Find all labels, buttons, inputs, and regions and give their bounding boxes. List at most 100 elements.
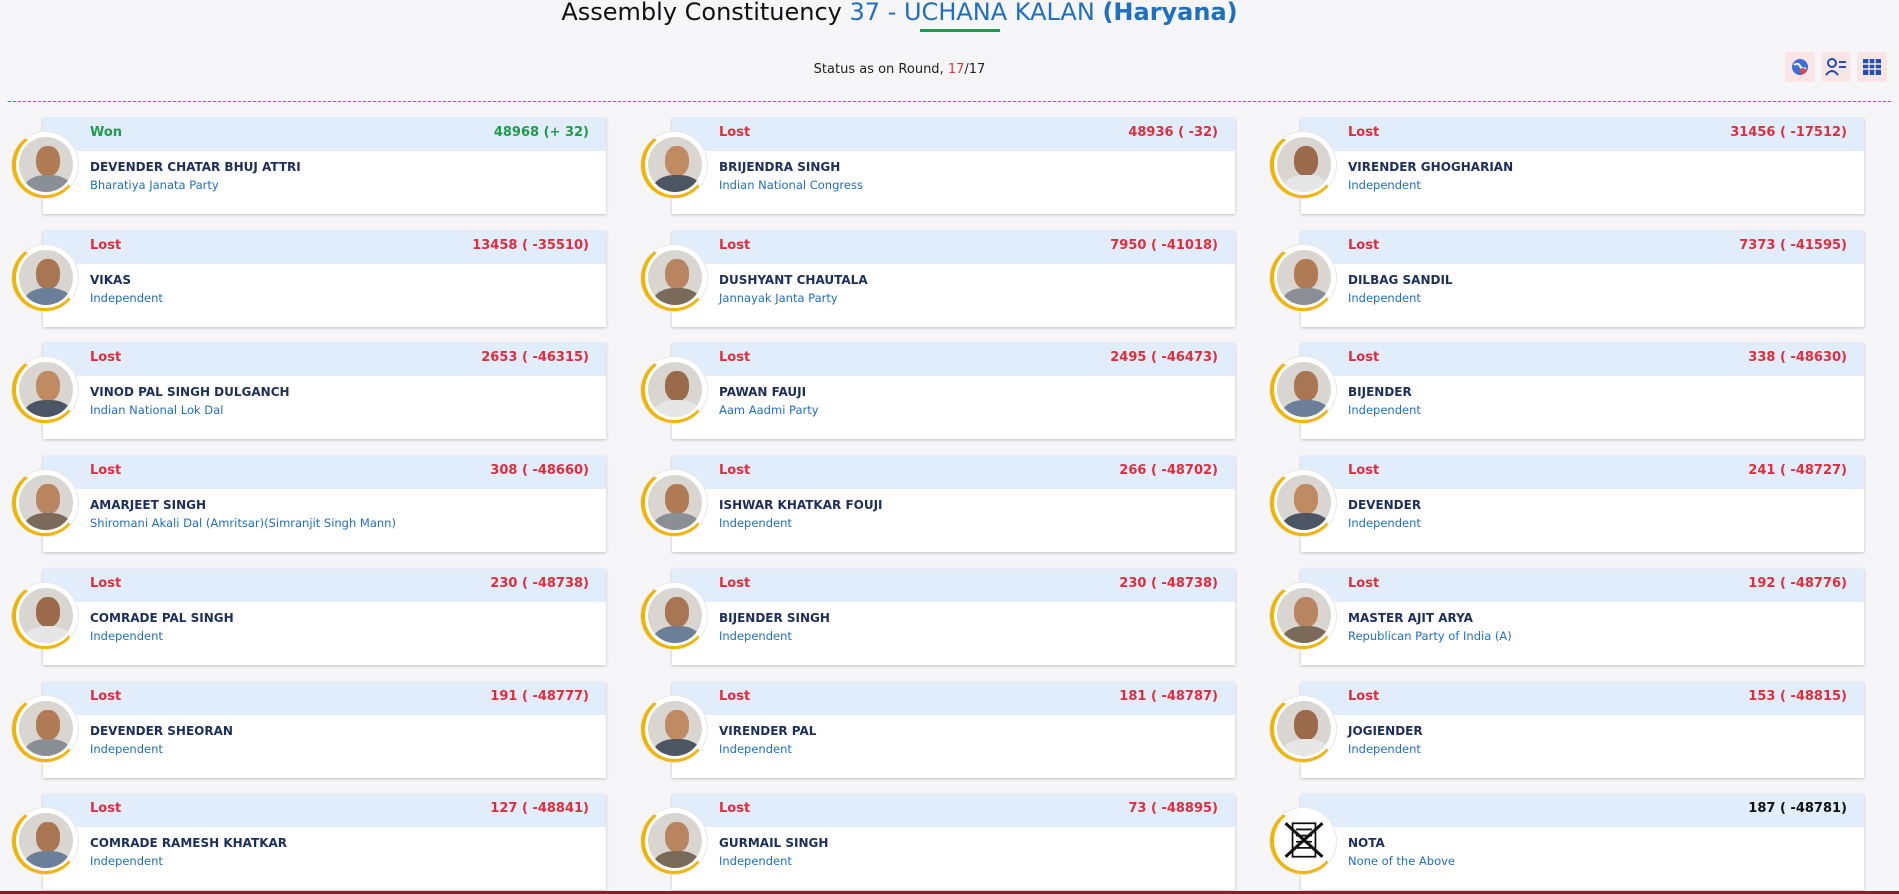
candidate-name: VIKAS (90, 273, 131, 287)
candidate-result: Lost (90, 689, 122, 704)
candidate-card[interactable]: Lost 338 ( -48630) BIJENDER Independent (1270, 343, 1866, 441)
candidate-party: Bharatiya Janata Party (90, 178, 219, 192)
candidate-votes: 153 ( -48815) (1748, 689, 1847, 704)
candidate-photo (12, 696, 78, 762)
candidate-name: VINOD PAL SINGH DULGANCH (90, 385, 290, 399)
candidate-result: Lost (90, 238, 122, 253)
candidate-result: Lost (719, 689, 751, 704)
candidate-party: Independent (1348, 291, 1421, 305)
candidate-photo (641, 696, 707, 762)
candidate-photo (641, 132, 707, 198)
view-toolbar (1785, 52, 1887, 82)
candidate-party: Republican Party of India (A) (1348, 629, 1512, 643)
candidate-card[interactable]: Lost 2653 ( -46315) VINOD PAL SINGH DULG… (12, 343, 608, 441)
candidate-result: Lost (1348, 576, 1380, 591)
candidate-card[interactable]: Lost 7373 ( -41595) DILBAG SANDIL Indepe… (1270, 231, 1866, 329)
candidate-name: VIRENDER GHOGHARIAN (1348, 160, 1514, 174)
candidate-card-body: Lost 2653 ( -46315) VINOD PAL SINGH DULG… (43, 343, 606, 439)
candidate-votes: 192 ( -48776) (1748, 576, 1847, 591)
candidate-card[interactable]: Lost 230 ( -48738) COMRADE PAL SINGH Ind… (12, 569, 608, 667)
candidate-card[interactable]: Won 48968 (+ 32) DEVENDER CHATAR BHUJ AT… (12, 118, 608, 216)
candidate-votes: 181 ( -48787) (1119, 689, 1218, 704)
candidate-votes: 338 ( -48630) (1748, 350, 1847, 365)
candidate-result: Lost (90, 576, 122, 591)
globe-icon[interactable] (1785, 52, 1815, 82)
candidate-result: Lost (719, 350, 751, 365)
user-list-icon[interactable] (1821, 52, 1851, 82)
candidate-card[interactable]: Lost 31456 ( -17512) VIRENDER GHOGHARIAN… (1270, 118, 1866, 216)
candidate-votes: 191 ( -48777) (490, 689, 589, 704)
candidate-result: Lost (719, 576, 751, 591)
candidate-party: Independent (719, 629, 792, 643)
candidate-card-body: Lost 338 ( -48630) BIJENDER Independent (1301, 343, 1864, 439)
constituency-name: 37 - UCHANA KALAN (849, 0, 1095, 26)
candidate-card[interactable]: Lost 7950 ( -41018) DUSHYANT CHAUTALA Ja… (641, 231, 1237, 329)
candidate-name: JOGIENDER (1348, 724, 1423, 738)
candidate-name: AMARJEET SINGH (90, 498, 207, 512)
candidate-result: Lost (1348, 350, 1380, 365)
candidate-votes: 187 ( -48781) (1748, 801, 1847, 816)
candidate-votes: 2495 ( -46473) (1110, 350, 1218, 365)
candidate-result: Lost (1348, 238, 1380, 253)
candidate-photo (641, 470, 707, 536)
candidate-votes: 127 ( -48841) (490, 801, 589, 816)
candidate-card-body: Lost 153 ( -48815) JOGIENDER Independent (1301, 682, 1864, 778)
candidate-card-body: Lost 73 ( -48895) GURMAIL SINGH Independ… (672, 794, 1235, 890)
candidate-card-body: Lost 127 ( -48841) COMRADE RAMESH KHATKA… (43, 794, 606, 890)
candidate-party: Aam Aadmi Party (719, 403, 819, 417)
candidate-photo (641, 583, 707, 649)
candidate-party: Independent (1348, 742, 1421, 756)
candidate-card[interactable]: 187 ( -48781) NOTA None of the Above (1270, 794, 1866, 892)
candidate-card[interactable]: Lost 127 ( -48841) COMRADE RAMESH KHATKA… (12, 794, 608, 892)
candidate-result: Lost (719, 238, 751, 253)
candidate-votes: 48968 (+ 32) (493, 125, 589, 140)
candidate-party: Independent (719, 742, 792, 756)
candidate-card-body: Lost 7950 ( -41018) DUSHYANT CHAUTALA Ja… (672, 231, 1235, 327)
candidate-party: Indian National Congress (719, 178, 863, 192)
candidate-card[interactable]: Lost 241 ( -48727) DEVENDER Independent (1270, 456, 1866, 554)
candidate-name: GURMAIL SINGH (719, 836, 829, 850)
candidate-card-body: Lost 13458 ( -35510) VIKAS Independent (43, 231, 606, 327)
candidate-party: None of the Above (1348, 854, 1456, 868)
candidate-result: Lost (90, 350, 122, 365)
candidate-party: Independent (719, 516, 792, 530)
candidate-votes: 7950 ( -41018) (1110, 238, 1218, 253)
candidate-photo (1270, 583, 1336, 649)
candidate-card[interactable]: Lost 13458 ( -35510) VIKAS Independent (12, 231, 608, 329)
candidate-votes: 7373 ( -41595) (1739, 238, 1847, 253)
candidate-votes: 266 ( -48702) (1119, 463, 1218, 478)
candidate-party: Shiromani Akali Dal (Amritsar)(Simranjit… (90, 516, 396, 530)
candidate-photo (12, 357, 78, 423)
candidate-photo (12, 132, 78, 198)
candidate-card-body: Lost 266 ( -48702) ISHWAR KHATKAR FOUJI … (672, 456, 1235, 552)
candidate-card-body: 187 ( -48781) NOTA None of the Above (1301, 794, 1864, 890)
candidate-party: Independent (90, 291, 163, 305)
candidate-card[interactable]: Lost 153 ( -48815) JOGIENDER Independent (1270, 682, 1866, 780)
candidate-card-body: Lost 181 ( -48787) VIRENDER PAL Independ… (672, 682, 1235, 778)
candidate-party: Independent (90, 629, 163, 643)
candidate-card-body: Lost 7373 ( -41595) DILBAG SANDIL Indepe… (1301, 231, 1864, 327)
page-title-prefix: Assembly Constituency (561, 0, 842, 26)
candidate-card[interactable]: Lost 181 ( -48787) VIRENDER PAL Independ… (641, 682, 1237, 780)
candidate-result: Lost (1348, 125, 1380, 140)
candidate-name: MASTER AJIT ARYA (1348, 611, 1473, 625)
candidate-card[interactable]: Lost 266 ( -48702) ISHWAR KHATKAR FOUJI … (641, 456, 1237, 554)
page-title: Assembly Constituency 37 - UCHANA KALAN … (0, 0, 1799, 26)
candidate-photo (1270, 470, 1336, 536)
candidate-votes: 308 ( -48660) (490, 463, 589, 478)
candidate-card[interactable]: Lost 230 ( -48738) BIJENDER SINGH Indepe… (641, 569, 1237, 667)
candidate-card[interactable]: Lost 308 ( -48660) AMARJEET SINGH Shirom… (12, 456, 608, 554)
candidate-card[interactable]: Lost 48936 ( -32) BRIJENDRA SINGH Indian… (641, 118, 1237, 216)
candidate-card[interactable]: Lost 73 ( -48895) GURMAIL SINGH Independ… (641, 794, 1237, 892)
candidate-result: Lost (719, 463, 751, 478)
candidate-name: BIJENDER SINGH (719, 611, 830, 625)
candidate-result: Lost (1348, 689, 1380, 704)
candidate-card[interactable]: Lost 192 ( -48776) MASTER AJIT ARYA Repu… (1270, 569, 1866, 667)
candidate-votes: 230 ( -48738) (490, 576, 589, 591)
candidate-card-body: Won 48968 (+ 32) DEVENDER CHATAR BHUJ AT… (43, 118, 606, 214)
table-grid-icon[interactable] (1857, 52, 1887, 82)
candidate-card[interactable]: Lost 2495 ( -46473) PAWAN FAUJI Aam Aadm… (641, 343, 1237, 441)
candidate-card[interactable]: Lost 191 ( -48777) DEVENDER SHEORAN Inde… (12, 682, 608, 780)
candidate-name: BRIJENDRA SINGH (719, 160, 841, 174)
candidate-name: BIJENDER (1348, 385, 1412, 399)
